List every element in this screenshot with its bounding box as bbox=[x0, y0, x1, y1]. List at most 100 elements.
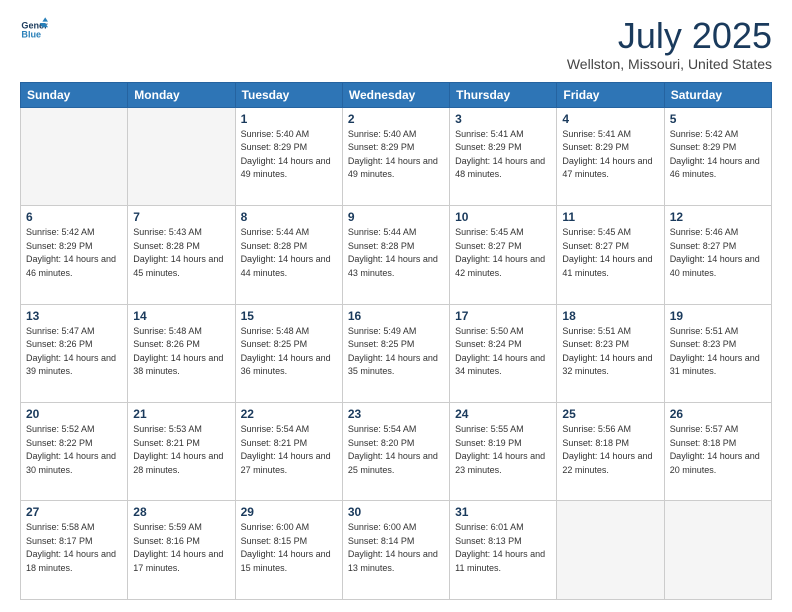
calendar-cell: 30 Sunrise: 6:00 AMSunset: 8:14 PMDayligh… bbox=[342, 501, 449, 600]
day-info: Sunrise: 5:48 AMSunset: 8:25 PMDaylight:… bbox=[241, 325, 337, 379]
day-info: Sunrise: 5:42 AMSunset: 8:29 PMDaylight:… bbox=[670, 128, 766, 182]
day-info: Sunrise: 5:49 AMSunset: 8:25 PMDaylight:… bbox=[348, 325, 444, 379]
weekday-header-monday: Monday bbox=[128, 82, 235, 107]
calendar-cell: 13 Sunrise: 5:47 AMSunset: 8:26 PMDayligh… bbox=[21, 304, 128, 402]
day-number: 3 bbox=[455, 112, 551, 126]
day-info: Sunrise: 6:00 AMSunset: 8:14 PMDaylight:… bbox=[348, 521, 444, 575]
calendar-cell bbox=[128, 107, 235, 205]
day-info: Sunrise: 5:51 AMSunset: 8:23 PMDaylight:… bbox=[670, 325, 766, 379]
logo: General Blue bbox=[20, 16, 48, 44]
calendar-cell: 11 Sunrise: 5:45 AMSunset: 8:27 PMDayligh… bbox=[557, 206, 664, 304]
calendar-cell: 8 Sunrise: 5:44 AMSunset: 8:28 PMDaylight… bbox=[235, 206, 342, 304]
calendar-table: SundayMondayTuesdayWednesdayThursdayFrid… bbox=[20, 82, 772, 600]
main-title: July 2025 bbox=[567, 16, 772, 56]
day-info: Sunrise: 5:55 AMSunset: 8:19 PMDaylight:… bbox=[455, 423, 551, 477]
day-info: Sunrise: 5:41 AMSunset: 8:29 PMDaylight:… bbox=[455, 128, 551, 182]
day-number: 6 bbox=[26, 210, 122, 224]
day-number: 11 bbox=[562, 210, 658, 224]
calendar-cell: 17Sunrise: 5:50 AMSunset: 8:24 PMDayligh… bbox=[450, 304, 557, 402]
day-number: 10 bbox=[455, 210, 551, 224]
day-number: 19 bbox=[670, 309, 766, 323]
day-info: Sunrise: 5:57 AMSunset: 8:18 PMDaylight:… bbox=[670, 423, 766, 477]
day-info: Sunrise: 5:50 AMSunset: 8:24 PMDaylight:… bbox=[455, 325, 551, 379]
day-info: Sunrise: 5:46 AMSunset: 8:27 PMDaylight:… bbox=[670, 226, 766, 280]
calendar-cell: 14 Sunrise: 5:48 AMSunset: 8:26 PMDayligh… bbox=[128, 304, 235, 402]
calendar-cell: 26 Sunrise: 5:57 AMSunset: 8:18 PMDayligh… bbox=[664, 403, 771, 501]
weekday-header-friday: Friday bbox=[557, 82, 664, 107]
day-number: 2 bbox=[348, 112, 444, 126]
calendar-cell: 12Sunrise: 5:46 AMSunset: 8:27 PMDayligh… bbox=[664, 206, 771, 304]
weekday-header-thursday: Thursday bbox=[450, 82, 557, 107]
calendar-cell bbox=[21, 107, 128, 205]
calendar-cell: 27 Sunrise: 5:58 AMSunset: 8:17 PMDayligh… bbox=[21, 501, 128, 600]
day-number: 23 bbox=[348, 407, 444, 421]
day-info: Sunrise: 5:52 AMSunset: 8:22 PMDaylight:… bbox=[26, 423, 122, 477]
calendar-cell: 7Sunrise: 5:43 AMSunset: 8:28 PMDaylight… bbox=[128, 206, 235, 304]
calendar-cell: 9 Sunrise: 5:44 AMSunset: 8:28 PMDaylight… bbox=[342, 206, 449, 304]
day-number: 14 bbox=[133, 309, 229, 323]
day-info: Sunrise: 6:01 AMSunset: 8:13 PMDaylight:… bbox=[455, 521, 551, 575]
calendar-cell: 5 Sunrise: 5:42 AMSunset: 8:29 PMDaylight… bbox=[664, 107, 771, 205]
day-info: Sunrise: 5:42 AMSunset: 8:29 PMDaylight:… bbox=[26, 226, 122, 280]
calendar-week-1: 1Sunrise: 5:40 AMSunset: 8:29 PMDaylight… bbox=[21, 107, 772, 205]
title-section: July 2025 Wellston, Missouri, United Sta… bbox=[567, 16, 772, 72]
header: General Blue July 2025 Wellston, Missour… bbox=[20, 16, 772, 72]
calendar-week-5: 27 Sunrise: 5:58 AMSunset: 8:17 PMDayligh… bbox=[21, 501, 772, 600]
day-number: 18 bbox=[562, 309, 658, 323]
weekday-header-sunday: Sunday bbox=[21, 82, 128, 107]
day-info: Sunrise: 5:59 AMSunset: 8:16 PMDaylight:… bbox=[133, 521, 229, 575]
weekday-header-saturday: Saturday bbox=[664, 82, 771, 107]
weekday-header-tuesday: Tuesday bbox=[235, 82, 342, 107]
day-number: 28 bbox=[133, 505, 229, 519]
calendar-cell bbox=[557, 501, 664, 600]
calendar-cell: 28 Sunrise: 5:59 AMSunset: 8:16 PMDayligh… bbox=[128, 501, 235, 600]
day-info: Sunrise: 5:58 AMSunset: 8:17 PMDaylight:… bbox=[26, 521, 122, 575]
day-info: Sunrise: 5:40 AMSunset: 8:29 PMDaylight:… bbox=[348, 128, 444, 182]
day-number: 31 bbox=[455, 505, 551, 519]
day-info: Sunrise: 5:54 AMSunset: 8:21 PMDaylight:… bbox=[241, 423, 337, 477]
day-info: Sunrise: 5:44 AMSunset: 8:28 PMDaylight:… bbox=[241, 226, 337, 280]
weekday-header-wednesday: Wednesday bbox=[342, 82, 449, 107]
calendar-cell: 18Sunrise: 5:51 AMSunset: 8:23 PMDayligh… bbox=[557, 304, 664, 402]
calendar-cell: 16 Sunrise: 5:49 AMSunset: 8:25 PMDayligh… bbox=[342, 304, 449, 402]
calendar-cell: 2 Sunrise: 5:40 AMSunset: 8:29 PMDaylight… bbox=[342, 107, 449, 205]
day-info: Sunrise: 5:54 AMSunset: 8:20 PMDaylight:… bbox=[348, 423, 444, 477]
calendar-cell: 24 Sunrise: 5:55 AMSunset: 8:19 PMDayligh… bbox=[450, 403, 557, 501]
page: General Blue July 2025 Wellston, Missour… bbox=[0, 0, 792, 612]
calendar-cell: 21Sunrise: 5:53 AMSunset: 8:21 PMDayligh… bbox=[128, 403, 235, 501]
day-info: Sunrise: 5:53 AMSunset: 8:21 PMDaylight:… bbox=[133, 423, 229, 477]
day-number: 15 bbox=[241, 309, 337, 323]
day-info: Sunrise: 5:45 AMSunset: 8:27 PMDaylight:… bbox=[562, 226, 658, 280]
calendar-cell: 3 Sunrise: 5:41 AMSunset: 8:29 PMDaylight… bbox=[450, 107, 557, 205]
calendar-cell: 4Sunrise: 5:41 AMSunset: 8:29 PMDaylight… bbox=[557, 107, 664, 205]
calendar-week-4: 20 Sunrise: 5:52 AMSunset: 8:22 PMDayligh… bbox=[21, 403, 772, 501]
day-number: 5 bbox=[670, 112, 766, 126]
day-number: 22 bbox=[241, 407, 337, 421]
day-info: Sunrise: 5:47 AMSunset: 8:26 PMDaylight:… bbox=[26, 325, 122, 379]
calendar-cell bbox=[664, 501, 771, 600]
day-number: 13 bbox=[26, 309, 122, 323]
day-number: 27 bbox=[26, 505, 122, 519]
calendar-cell: 20 Sunrise: 5:52 AMSunset: 8:22 PMDayligh… bbox=[21, 403, 128, 501]
day-number: 24 bbox=[455, 407, 551, 421]
subtitle: Wellston, Missouri, United States bbox=[567, 56, 772, 72]
day-info: Sunrise: 5:44 AMSunset: 8:28 PMDaylight:… bbox=[348, 226, 444, 280]
calendar-cell: 19 Sunrise: 5:51 AMSunset: 8:23 PMDayligh… bbox=[664, 304, 771, 402]
day-number: 8 bbox=[241, 210, 337, 224]
svg-text:Blue: Blue bbox=[21, 30, 41, 40]
day-number: 16 bbox=[348, 309, 444, 323]
calendar-cell: 1Sunrise: 5:40 AMSunset: 8:29 PMDaylight… bbox=[235, 107, 342, 205]
calendar-cell: 29Sunrise: 6:00 AMSunset: 8:15 PMDayligh… bbox=[235, 501, 342, 600]
logo-icon: General Blue bbox=[20, 16, 48, 44]
day-number: 30 bbox=[348, 505, 444, 519]
calendar-week-2: 6 Sunrise: 5:42 AMSunset: 8:29 PMDaylight… bbox=[21, 206, 772, 304]
day-info: Sunrise: 5:45 AMSunset: 8:27 PMDaylight:… bbox=[455, 226, 551, 280]
day-number: 26 bbox=[670, 407, 766, 421]
calendar-cell: 10 Sunrise: 5:45 AMSunset: 8:27 PMDayligh… bbox=[450, 206, 557, 304]
day-info: Sunrise: 5:56 AMSunset: 8:18 PMDaylight:… bbox=[562, 423, 658, 477]
day-number: 20 bbox=[26, 407, 122, 421]
day-info: Sunrise: 5:41 AMSunset: 8:29 PMDaylight:… bbox=[562, 128, 658, 182]
day-info: Sunrise: 5:48 AMSunset: 8:26 PMDaylight:… bbox=[133, 325, 229, 379]
day-number: 7 bbox=[133, 210, 229, 224]
day-number: 9 bbox=[348, 210, 444, 224]
